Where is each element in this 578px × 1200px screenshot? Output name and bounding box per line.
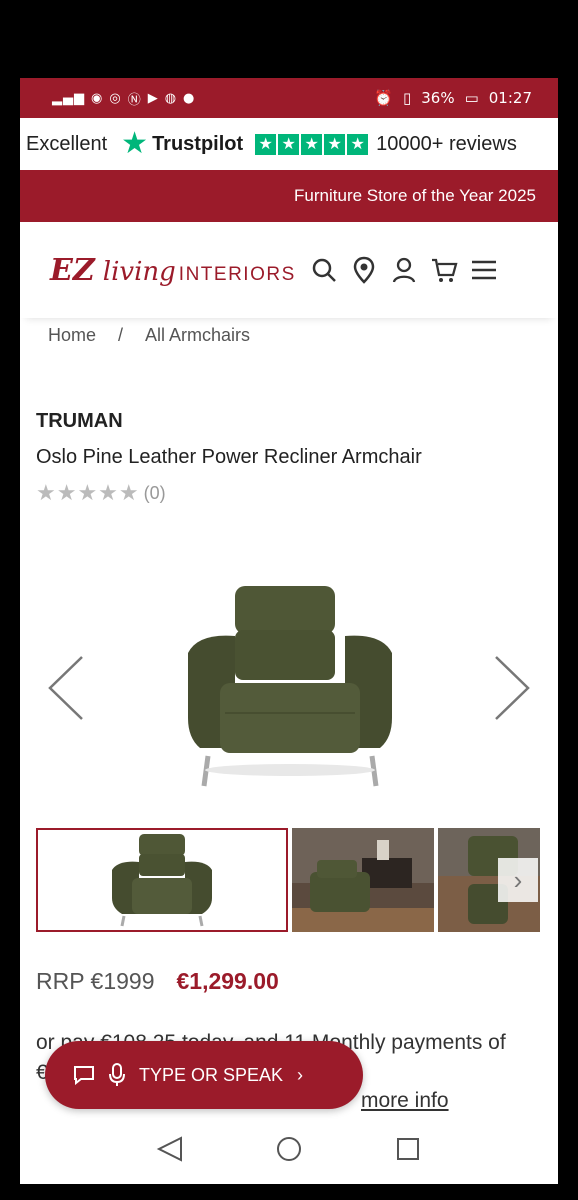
type-or-speak-button[interactable]: TYPE OR SPEAK ›: [45, 1041, 363, 1109]
sale-price: €1,299.00: [176, 968, 279, 994]
type-or-speak-label: TYPE OR SPEAK: [139, 1064, 284, 1085]
trustpilot-star-icon: ★: [121, 127, 149, 160]
youtube-icon: ▶: [147, 90, 159, 106]
battery-percent: 36%: [421, 89, 455, 107]
site-header: EZ living INTERIORS: [20, 222, 558, 318]
account-icon[interactable]: [390, 256, 418, 284]
thumbnail-selected[interactable]: [36, 828, 288, 932]
status-icons-left: ▂▄▆ ◉ ◎ Ⓝ ▶ ◍ ●: [52, 89, 195, 108]
thumbnail-room-scene[interactable]: [292, 828, 434, 932]
promo-text: Furniture Store of the Year 2025: [294, 186, 536, 205]
trustpilot-stars: ★ ★ ★ ★ ★: [255, 133, 369, 155]
star-icon: ★: [278, 133, 300, 155]
home-nav-icon[interactable]: [274, 1134, 304, 1164]
eye-icon: ◎: [109, 90, 122, 106]
cart-icon[interactable]: [430, 256, 458, 284]
previous-image-arrow-icon[interactable]: [46, 653, 86, 723]
breadcrumb-separator: /: [118, 325, 124, 345]
promo-banner: Furniture Store of the Year 2025: [20, 170, 558, 222]
phone-screen: ▂▄▆ ◉ ◎ Ⓝ ▶ ◍ ● ⏰ ▯ 36% ▭ 01:27 Excellen…: [20, 78, 558, 1184]
product-brand: TRUMAN: [36, 410, 123, 432]
breadcrumb-home[interactable]: Home: [48, 318, 96, 352]
star-icon: ★: [255, 133, 277, 155]
thumbnail-next-arrow-icon[interactable]: ›: [498, 858, 538, 902]
status-icons-right: ⏰ ▯ 36% ▭ 01:27: [374, 89, 532, 107]
product-title: Oslo Pine Leather Power Recliner Armchai…: [36, 446, 422, 468]
star-icon: ★: [347, 133, 369, 155]
header-icons: [310, 256, 498, 284]
clock: 01:27: [488, 89, 532, 107]
wifi-icon: ◉: [91, 90, 104, 106]
breadcrumb-current[interactable]: All Armchairs: [145, 318, 250, 352]
status-bar: ▂▄▆ ◉ ◎ Ⓝ ▶ ◍ ● ⏰ ▯ 36% ▭ 01:27: [20, 78, 558, 118]
search-icon[interactable]: [310, 256, 338, 284]
site-logo[interactable]: EZ living INTERIORS: [50, 253, 296, 288]
chevron-right-icon: ›: [297, 1064, 304, 1085]
breadcrumb: Home / All Armchairs: [20, 318, 558, 352]
menu-icon[interactable]: [470, 256, 498, 284]
product-main-image: [188, 586, 392, 787]
vibrate-icon: ▯: [402, 89, 412, 107]
logo-ez: EZ: [50, 252, 95, 288]
chat-icon: [74, 1066, 94, 1085]
star-icon: ★: [324, 133, 346, 155]
app-icon: ◍: [164, 90, 178, 106]
review-count: (0): [143, 482, 166, 503]
signal-icon: ▂▄▆: [52, 90, 85, 106]
back-nav-icon[interactable]: [155, 1134, 185, 1164]
product-price: RRP €1999 €1,299.00: [36, 968, 279, 995]
message-icon: ●: [183, 90, 196, 106]
location-pin-icon[interactable]: [350, 256, 378, 284]
battery-icon: ▭: [464, 89, 479, 107]
next-image-arrow-icon[interactable]: [492, 653, 532, 723]
android-nav-bar: [20, 1114, 558, 1184]
recents-nav-icon[interactable]: [393, 1134, 423, 1164]
rrp-price: RRP €1999: [36, 968, 155, 994]
logo-interiors: INTERIORS: [178, 263, 296, 285]
more-info-link[interactable]: more info: [361, 1089, 449, 1113]
trustpilot-bar[interactable]: Excellent ★ Trustpilot ★ ★ ★ ★ ★ 10000+ …: [20, 118, 558, 170]
star-icon: ★: [301, 133, 323, 155]
rating-stars-icon: ★★★★★: [36, 480, 140, 505]
trustpilot-rating-word: Excellent: [26, 132, 108, 155]
nfc-icon: Ⓝ: [127, 92, 142, 108]
trustpilot-reviews-count: 10000+ reviews: [376, 132, 517, 155]
product-rating[interactable]: ★★★★★ (0): [36, 480, 166, 506]
logo-living: living: [102, 256, 176, 287]
microphone-icon: [109, 1063, 125, 1086]
trustpilot-brand: Trustpilot: [152, 132, 244, 155]
alarm-icon: ⏰: [374, 89, 393, 107]
